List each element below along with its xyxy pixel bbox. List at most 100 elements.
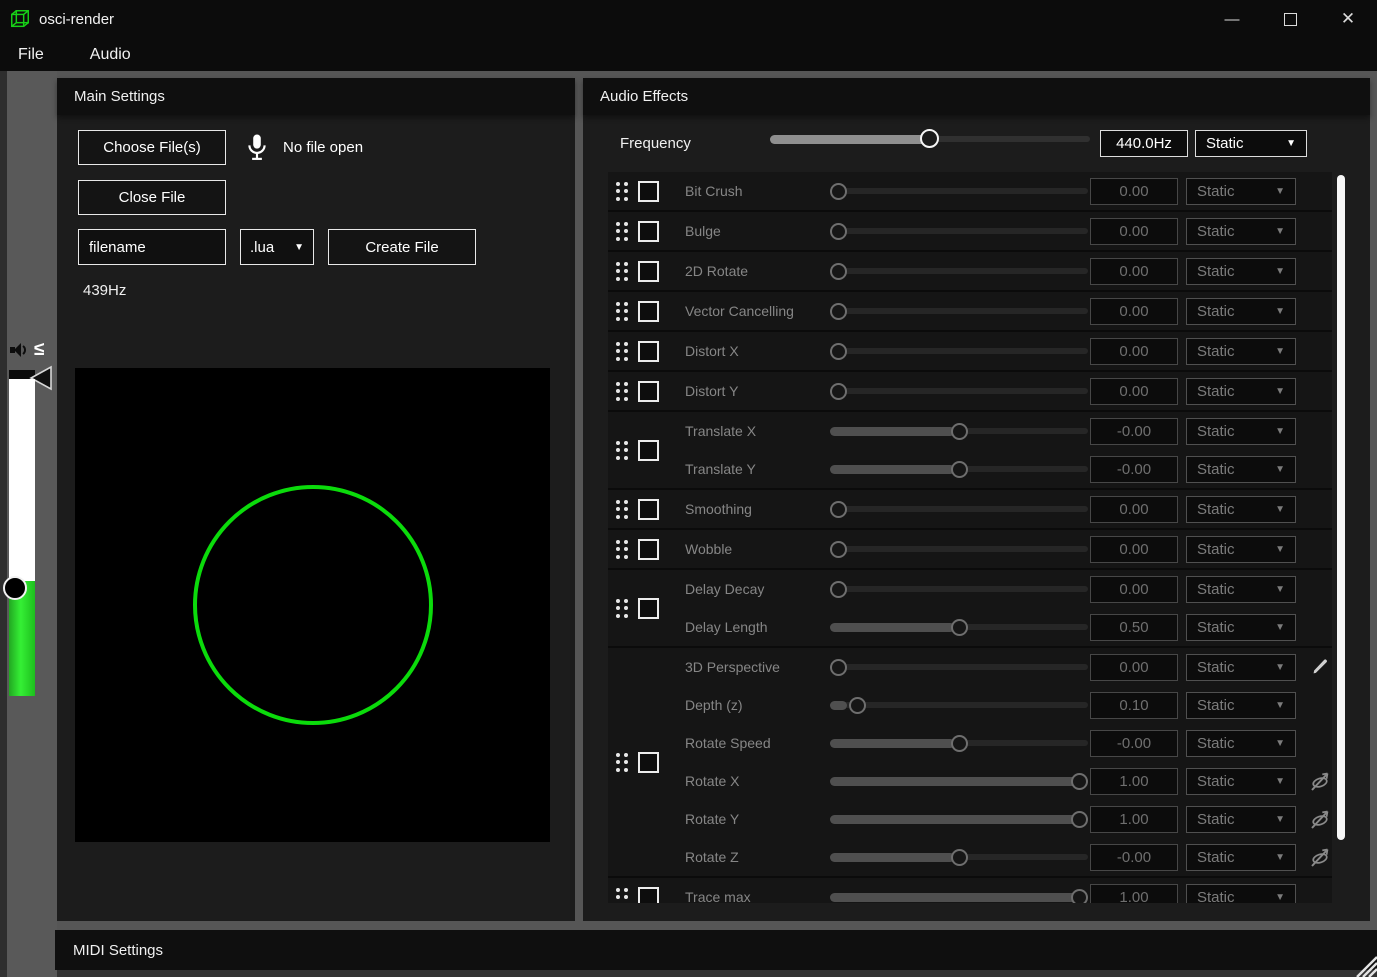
effect-anim-dropdown[interactable]: Static▼: [1186, 730, 1296, 757]
drag-handle-icon[interactable]: [616, 382, 628, 401]
effect-slider-thumb[interactable]: [951, 849, 968, 866]
effect-slider[interactable]: [830, 539, 1088, 559]
effect-anim-dropdown[interactable]: Static▼: [1186, 692, 1296, 719]
effect-checkbox[interactable]: [638, 181, 659, 202]
effect-slider[interactable]: [830, 809, 1088, 829]
effect-slider-thumb[interactable]: [830, 501, 847, 518]
effect-slider-thumb[interactable]: [1071, 773, 1088, 790]
menu-audio[interactable]: Audio: [76, 46, 145, 64]
effect-value-field[interactable]: 0.00: [1090, 178, 1178, 205]
effect-anim-dropdown[interactable]: Static▼: [1186, 844, 1296, 871]
create-file-button[interactable]: Create File: [328, 229, 476, 265]
effect-slider[interactable]: [830, 499, 1088, 519]
effect-value-field[interactable]: 1.00: [1090, 806, 1178, 833]
volume-slider[interactable]: [9, 379, 35, 696]
effect-value-field[interactable]: 0.00: [1090, 258, 1178, 285]
effect-slider-thumb[interactable]: [1071, 811, 1088, 828]
effect-value-field[interactable]: 0.00: [1090, 536, 1178, 563]
effect-anim-dropdown[interactable]: Static▼: [1186, 884, 1296, 903]
effect-checkbox[interactable]: [638, 598, 659, 619]
effect-slider-thumb[interactable]: [830, 183, 847, 200]
effect-slider-thumb[interactable]: [830, 343, 847, 360]
effect-value-field[interactable]: 0.00: [1090, 298, 1178, 325]
effect-anim-dropdown[interactable]: Static▼: [1186, 258, 1296, 285]
rotate-axis-icon[interactable]: [1307, 768, 1332, 794]
effect-value-field[interactable]: 0.00: [1090, 218, 1178, 245]
effect-slider[interactable]: [830, 695, 1088, 715]
effect-slider-thumb[interactable]: [830, 303, 847, 320]
effect-value-field[interactable]: 0.00: [1090, 378, 1178, 405]
frequency-value-field[interactable]: 440.0Hz: [1100, 130, 1188, 157]
effect-slider-thumb[interactable]: [830, 223, 847, 240]
effect-anim-dropdown[interactable]: Static▼: [1186, 614, 1296, 641]
effect-value-field[interactable]: 0.00: [1090, 338, 1178, 365]
effect-value-field[interactable]: 0.00: [1090, 576, 1178, 603]
rotate-axis-icon[interactable]: [1307, 806, 1332, 832]
effect-anim-dropdown[interactable]: Static▼: [1186, 654, 1296, 681]
file-extension-dropdown[interactable]: .lua ▼: [240, 229, 314, 265]
effect-checkbox[interactable]: [638, 752, 659, 773]
filename-input[interactable]: filename: [78, 229, 226, 265]
maximize-button[interactable]: [1261, 0, 1319, 38]
effect-value-field[interactable]: 1.00: [1090, 884, 1178, 903]
effect-anim-dropdown[interactable]: Static▼: [1186, 536, 1296, 563]
effect-slider-thumb[interactable]: [951, 461, 968, 478]
effect-slider[interactable]: [830, 221, 1088, 241]
rotate-axis-icon[interactable]: [1307, 844, 1332, 870]
menu-file[interactable]: File: [4, 46, 58, 64]
effect-anim-dropdown[interactable]: Static▼: [1186, 496, 1296, 523]
effect-anim-dropdown[interactable]: Static▼: [1186, 576, 1296, 603]
effect-anim-dropdown[interactable]: Static▼: [1186, 178, 1296, 205]
effect-checkbox[interactable]: [638, 440, 659, 461]
effect-value-field[interactable]: -0.00: [1090, 418, 1178, 445]
drag-handle-icon[interactable]: [616, 222, 628, 241]
resize-grip-icon[interactable]: [1347, 947, 1377, 977]
effect-checkbox[interactable]: [638, 341, 659, 362]
frequency-slider-thumb[interactable]: [920, 129, 939, 148]
effect-value-field[interactable]: 1.00: [1090, 768, 1178, 795]
effect-slider[interactable]: [830, 733, 1088, 753]
effect-slider[interactable]: [830, 579, 1088, 599]
effect-slider[interactable]: [830, 771, 1088, 791]
effect-slider[interactable]: [830, 341, 1088, 361]
effect-value-field[interactable]: 0.10: [1090, 692, 1178, 719]
drag-handle-icon[interactable]: [616, 540, 628, 559]
choose-files-button[interactable]: Choose File(s): [78, 130, 226, 165]
effect-slider-thumb[interactable]: [951, 619, 968, 636]
effect-anim-dropdown[interactable]: Static▼: [1186, 298, 1296, 325]
pencil-icon[interactable]: [1307, 654, 1332, 680]
effect-slider-thumb[interactable]: [830, 659, 847, 676]
drag-handle-icon[interactable]: [616, 262, 628, 281]
effect-slider-thumb[interactable]: [830, 581, 847, 598]
effect-slider[interactable]: [830, 381, 1088, 401]
effect-checkbox[interactable]: [638, 301, 659, 322]
close-file-button[interactable]: Close File: [78, 180, 226, 215]
effect-anim-dropdown[interactable]: Static▼: [1186, 768, 1296, 795]
close-button[interactable]: ✕: [1319, 0, 1377, 38]
effect-anim-dropdown[interactable]: Static▼: [1186, 456, 1296, 483]
effect-slider-thumb[interactable]: [1071, 889, 1088, 904]
drag-handle-icon[interactable]: [616, 888, 628, 904]
effect-slider[interactable]: [830, 459, 1088, 479]
effect-checkbox[interactable]: [638, 539, 659, 560]
effect-value-field[interactable]: -0.00: [1090, 844, 1178, 871]
effect-anim-dropdown[interactable]: Static▼: [1186, 418, 1296, 445]
effect-slider-thumb[interactable]: [830, 263, 847, 280]
effect-checkbox[interactable]: [638, 499, 659, 520]
drag-handle-icon[interactable]: [616, 441, 628, 460]
effect-value-field[interactable]: 0.00: [1090, 654, 1178, 681]
effect-slider-thumb[interactable]: [849, 697, 866, 714]
effect-value-field[interactable]: -0.00: [1090, 456, 1178, 483]
effect-anim-dropdown[interactable]: Static▼: [1186, 338, 1296, 365]
effect-slider[interactable]: [830, 617, 1088, 637]
drag-handle-icon[interactable]: [616, 342, 628, 361]
drag-handle-icon[interactable]: [616, 182, 628, 201]
effect-value-field[interactable]: -0.00: [1090, 730, 1178, 757]
effect-anim-dropdown[interactable]: Static▼: [1186, 218, 1296, 245]
effect-value-field[interactable]: 0.00: [1090, 496, 1178, 523]
effect-slider[interactable]: [830, 887, 1088, 903]
effect-slider[interactable]: [830, 421, 1088, 441]
effect-slider-thumb[interactable]: [830, 541, 847, 558]
effect-anim-dropdown[interactable]: Static▼: [1186, 806, 1296, 833]
effect-slider[interactable]: [830, 657, 1088, 677]
